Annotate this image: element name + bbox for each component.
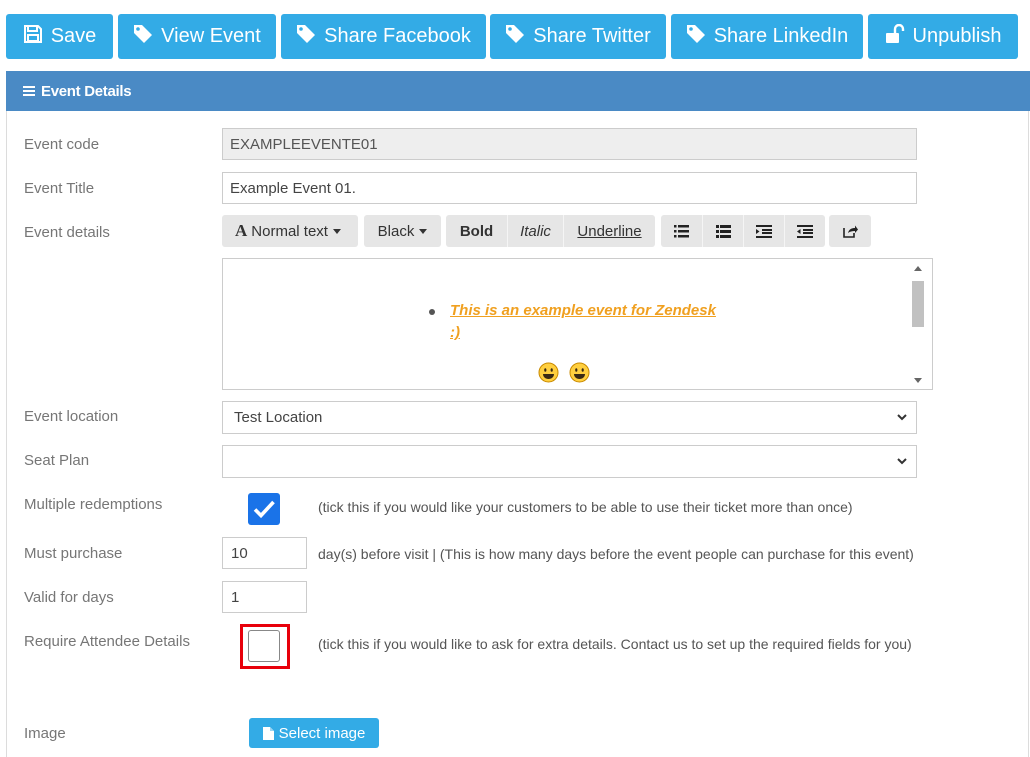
list-ol-icon (715, 224, 731, 238)
panel-header: Event Details (6, 71, 1030, 111)
scroll-down-icon[interactable] (914, 378, 922, 383)
select-image-button[interactable]: Select image (249, 718, 379, 748)
event-code-field[interactable]: EXAMPLEEVENTE01 (222, 128, 917, 160)
indent-icon (756, 224, 772, 238)
share-linkedin-label: Share LinkedIn (713, 25, 849, 47)
seat-plan-label: Seat Plan (24, 452, 90, 469)
smiley-emoji-icon (569, 362, 590, 383)
multiple-redemptions-checkbox[interactable] (248, 493, 280, 525)
list-bullet (429, 309, 435, 315)
event-title-field[interactable]: Example Event 01. (222, 172, 917, 204)
view-event-label: View Event (161, 25, 261, 47)
file-icon (262, 726, 274, 740)
editor-text-line-2: :) (450, 324, 460, 341)
must-purchase-note: day(s) before visit | (This is how many … (318, 546, 914, 562)
share-facebook-button[interactable]: Share Facebook (281, 14, 486, 59)
seat-plan-select[interactable] (222, 445, 917, 478)
event-code-label: Event code (24, 136, 100, 153)
hamburger-icon (23, 86, 35, 96)
image-label: Image (24, 725, 66, 742)
valid-for-days-field[interactable]: 1 (222, 581, 307, 613)
text-color-label: Black (377, 222, 415, 240)
require-attendee-details-label: Require Attendee Details (24, 633, 190, 650)
outdent-button[interactable] (784, 215, 825, 247)
text-style-label: Normal text (251, 222, 328, 240)
unlock-icon (885, 23, 905, 50)
list-ul-icon (674, 224, 689, 237)
must-purchase-label: Must purchase (24, 545, 123, 562)
share-facebook-label: Share Facebook (324, 25, 471, 47)
indent-button[interactable] (743, 215, 784, 247)
require-attendee-details-note: (tick this if you would like to ask for … (318, 636, 912, 652)
event-location-select[interactable]: Test Location (222, 401, 917, 434)
event-details-label: Event details (24, 224, 110, 241)
share-twitter-button[interactable]: Share Twitter (490, 14, 666, 59)
text-color-dropdown[interactable]: Black (364, 215, 441, 247)
unpublish-label: Unpublish (912, 25, 1002, 47)
scroll-up-icon[interactable] (914, 266, 922, 271)
save-button[interactable]: Save (6, 14, 113, 59)
event-location-label: Event location (24, 408, 119, 425)
panel-body (6, 111, 1029, 757)
event-location-value: Test Location (234, 409, 323, 426)
text-style-dropdown[interactable]: A Normal text (222, 215, 358, 247)
select-image-label: Select image (278, 724, 366, 742)
caret-icon (419, 228, 428, 234)
outdent-icon (797, 224, 813, 238)
editor-scrollbar[interactable] (911, 266, 925, 383)
smiley-emoji-icon (538, 362, 559, 383)
view-event-button[interactable]: View Event (118, 14, 276, 59)
list-group (661, 215, 825, 247)
tag-icon (686, 24, 706, 50)
multiple-redemptions-note: (tick this if you would like your custom… (318, 499, 853, 515)
editor-text-line-1: This is an example event for Zendesk (450, 302, 716, 319)
caret-icon (332, 228, 341, 234)
event-title-label: Event Title (24, 180, 95, 197)
font-icon: A (235, 221, 248, 240)
unordered-list-button[interactable] (661, 215, 702, 247)
tag-icon (133, 24, 153, 50)
link-button[interactable] (829, 215, 871, 247)
tag-icon (505, 24, 525, 50)
bold-button[interactable]: Bold (446, 215, 507, 247)
share-linkedin-button[interactable]: Share LinkedIn (671, 14, 863, 59)
format-group: Bold Italic Underline (446, 215, 655, 247)
must-purchase-field[interactable]: 10 (222, 537, 307, 569)
chevron-down-icon (897, 458, 907, 465)
multiple-redemptions-label: Multiple redemptions (24, 496, 163, 513)
valid-for-days-label: Valid for days (24, 589, 114, 606)
floppy-icon (23, 24, 43, 50)
underline-button[interactable]: Underline (563, 215, 655, 247)
chevron-down-icon (897, 414, 907, 421)
save-label: Save (50, 25, 97, 47)
checkmark-icon (253, 500, 275, 519)
ordered-list-button[interactable] (702, 215, 743, 247)
unpublish-button[interactable]: Unpublish (868, 14, 1018, 59)
italic-button[interactable]: Italic (507, 215, 563, 247)
panel-title: Event Details (41, 82, 132, 100)
tag-icon (296, 24, 316, 50)
scroll-thumb[interactable] (912, 281, 924, 327)
share-icon (842, 225, 858, 238)
editor-list-item: This is an example event for Zendesk :) (450, 302, 716, 341)
share-twitter-label: Share Twitter (533, 25, 651, 47)
highlight-box (240, 624, 290, 669)
